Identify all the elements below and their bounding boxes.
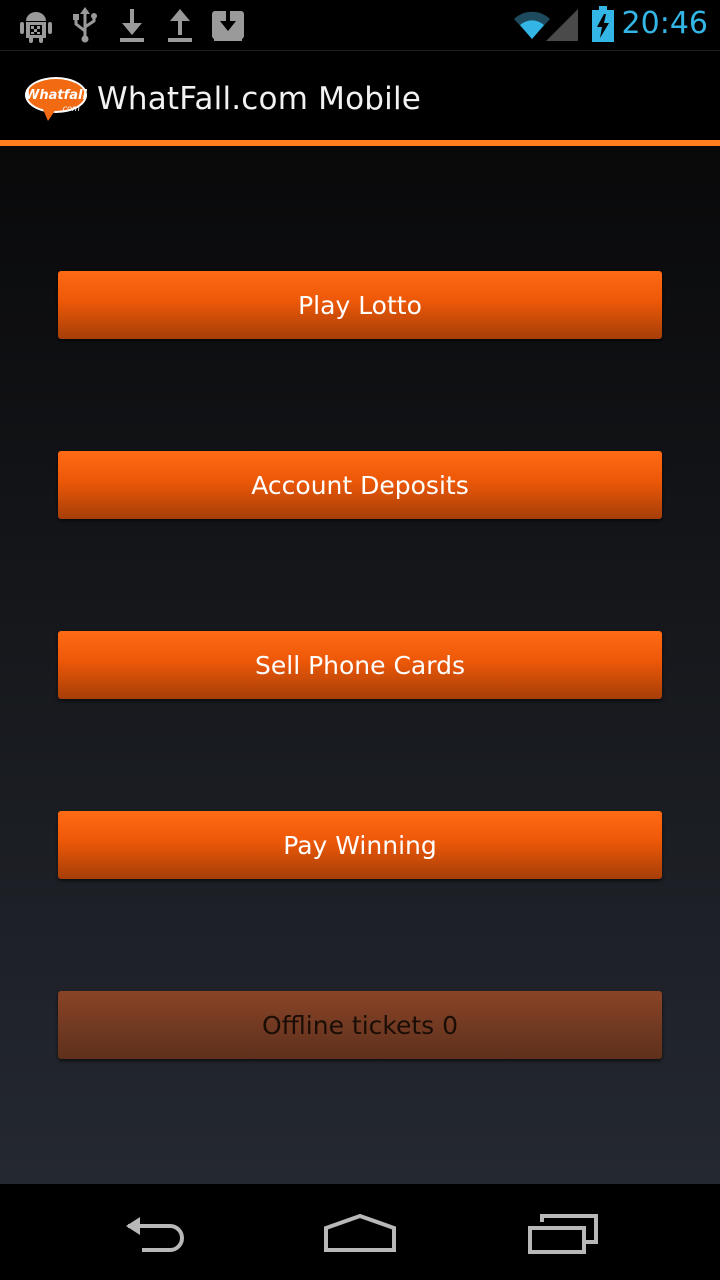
action-bar: Whatfall .com WhatFall.com Mobile	[0, 50, 720, 140]
app-title: WhatFall.com Mobile	[97, 81, 422, 117]
account-deposits-button[interactable]: Account Deposits	[58, 451, 662, 519]
download-box-icon	[212, 7, 244, 47]
battery-charging-icon	[592, 6, 614, 46]
back-icon[interactable]	[124, 1214, 196, 1258]
play-lotto-button[interactable]: Play Lotto	[58, 271, 662, 339]
navigation-bar	[0, 1184, 720, 1280]
status-clock: 20:46	[621, 6, 708, 41]
pay-winning-button[interactable]: Pay Winning	[58, 811, 662, 879]
android-debug-icon	[20, 7, 52, 47]
whatfall-logo: Whatfall .com	[24, 75, 90, 129]
home-icon[interactable]	[322, 1212, 398, 1258]
sell-phone-cards-button[interactable]: Sell Phone Cards	[58, 631, 662, 699]
svg-text:.com: .com	[60, 104, 80, 113]
offline-tickets-button[interactable]: Offline tickets 0	[58, 991, 662, 1059]
svg-text:Whatfall: Whatfall	[25, 88, 87, 103]
download-icon	[118, 7, 146, 47]
upload-icon	[166, 7, 194, 47]
main-menu: Play Lotto Account Deposits Sell Phone C…	[0, 146, 720, 1184]
signal-icon	[546, 9, 578, 45]
recent-apps-icon[interactable]	[526, 1214, 600, 1258]
status-bar: 20:46	[0, 0, 720, 50]
usb-icon	[72, 7, 98, 47]
